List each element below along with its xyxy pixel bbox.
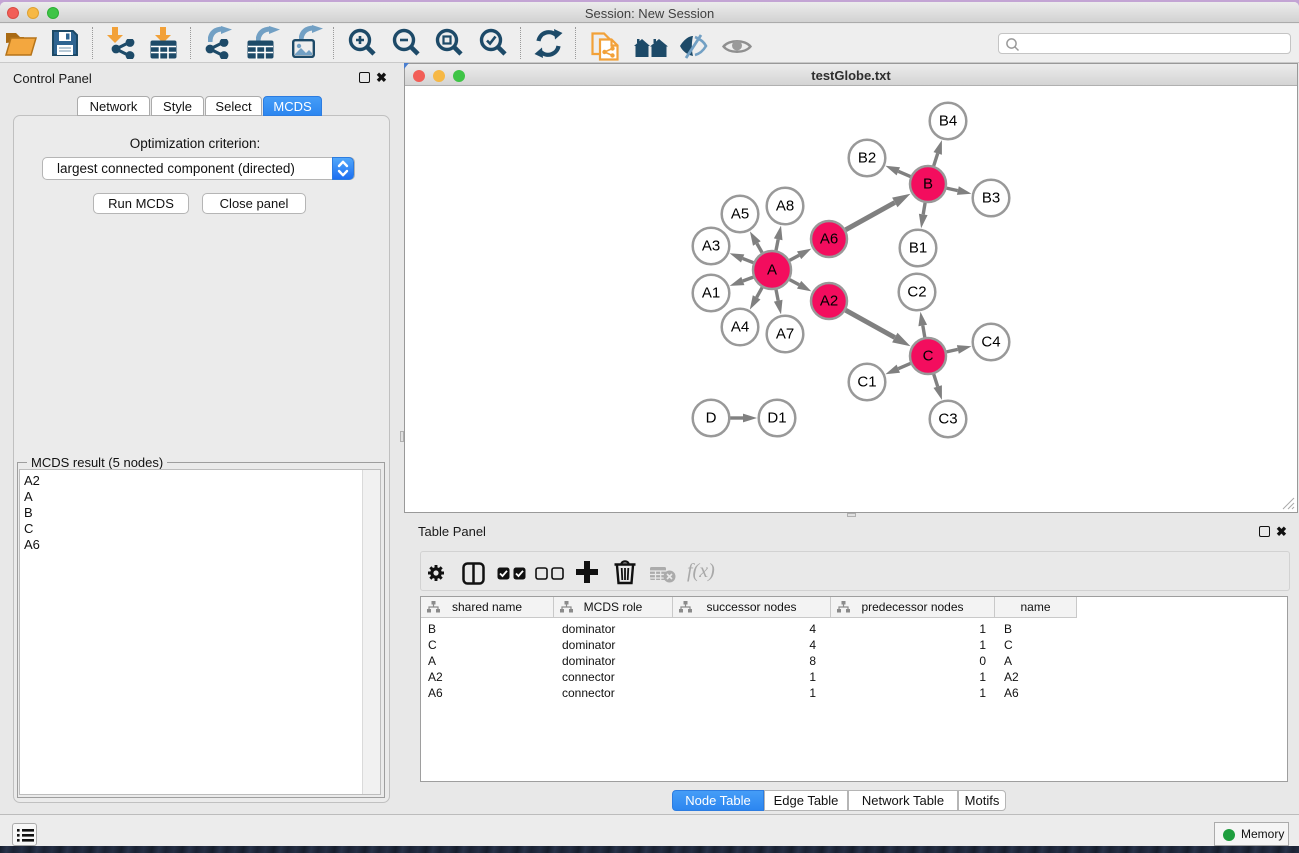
svg-text:A8: A8 <box>776 198 794 215</box>
svg-text:A7: A7 <box>776 326 794 343</box>
svg-text:A2: A2 <box>820 293 838 310</box>
svg-text:B3: B3 <box>982 190 1000 207</box>
svg-text:C: C <box>923 348 934 365</box>
svg-text:C3: C3 <box>938 411 957 428</box>
svg-text:C1: C1 <box>857 374 876 391</box>
svg-text:A3: A3 <box>702 238 720 255</box>
svg-text:C4: C4 <box>981 334 1000 351</box>
svg-text:B4: B4 <box>939 113 957 130</box>
svg-text:A: A <box>767 262 777 279</box>
svg-text:B: B <box>923 176 933 193</box>
svg-text:A5: A5 <box>731 206 749 223</box>
svg-text:A6: A6 <box>820 231 838 248</box>
svg-text:B2: B2 <box>858 150 876 167</box>
svg-text:D: D <box>706 410 717 427</box>
svg-text:B1: B1 <box>909 240 927 257</box>
svg-text:A4: A4 <box>731 319 749 336</box>
svg-text:A1: A1 <box>702 285 720 302</box>
svg-text:C2: C2 <box>907 284 926 301</box>
svg-text:D1: D1 <box>767 410 786 427</box>
